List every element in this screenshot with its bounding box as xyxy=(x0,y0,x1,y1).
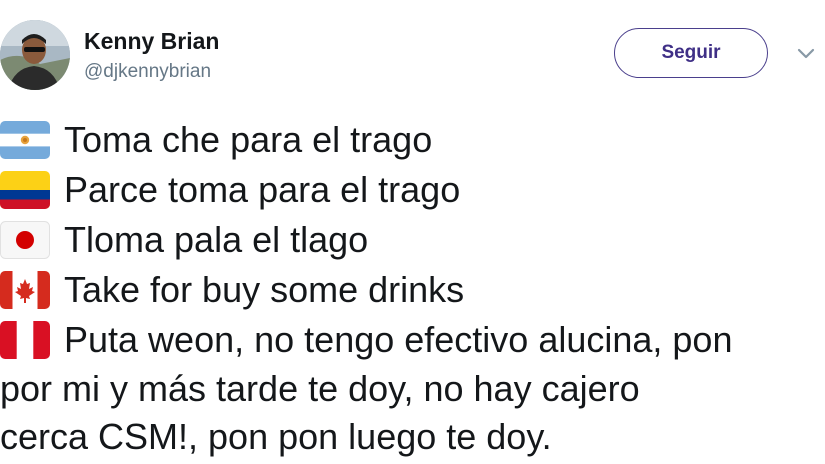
tweet-line-argentina: Toma che para el trago xyxy=(0,115,825,165)
tweet-text: Toma che para el trago Parce toma para e… xyxy=(0,115,825,461)
avatar[interactable] xyxy=(0,20,70,90)
peru-flag-icon xyxy=(0,321,50,359)
follow-button[interactable]: Seguir xyxy=(614,28,768,78)
username-handle[interactable]: @djkennybrian xyxy=(84,61,211,83)
tweet-line-japan: Tloma pala el tlago xyxy=(0,215,825,265)
tweet-line-colombia: Parce toma para el trago xyxy=(0,165,825,215)
japan-flag-icon xyxy=(0,221,50,259)
tweet-line-peru: Puta weon, no tengo efectivo alucina, po… xyxy=(0,315,825,365)
chevron-down-icon[interactable] xyxy=(796,46,816,60)
argentina-flag-icon xyxy=(0,121,50,159)
tweet-line-text: Toma che para el trago xyxy=(64,119,433,160)
tweet-header: Kenny Brian @djkennybrian Seguir xyxy=(0,0,825,100)
colombia-flag-icon xyxy=(0,171,50,209)
tweet-line-continuation: cerca CSM!, pon pon luego te doy. xyxy=(0,416,552,457)
tweet-line-text: Puta weon, no tengo efectivo alucina, po… xyxy=(64,319,733,360)
display-name[interactable]: Kenny Brian xyxy=(84,28,219,55)
tweet-line-text: Take for buy some drinks xyxy=(64,269,465,310)
tweet-line-text: Parce toma para el trago xyxy=(64,169,461,210)
tweet-line-canada: Take for buy some drinks xyxy=(0,265,825,315)
avatar-photo xyxy=(0,20,70,90)
tweet-line-continuation: por mi y más tarde te doy, no hay cajero xyxy=(0,368,640,409)
tweet-line-text: Tloma pala el tlago xyxy=(64,219,369,260)
canada-flag-icon xyxy=(0,271,50,309)
